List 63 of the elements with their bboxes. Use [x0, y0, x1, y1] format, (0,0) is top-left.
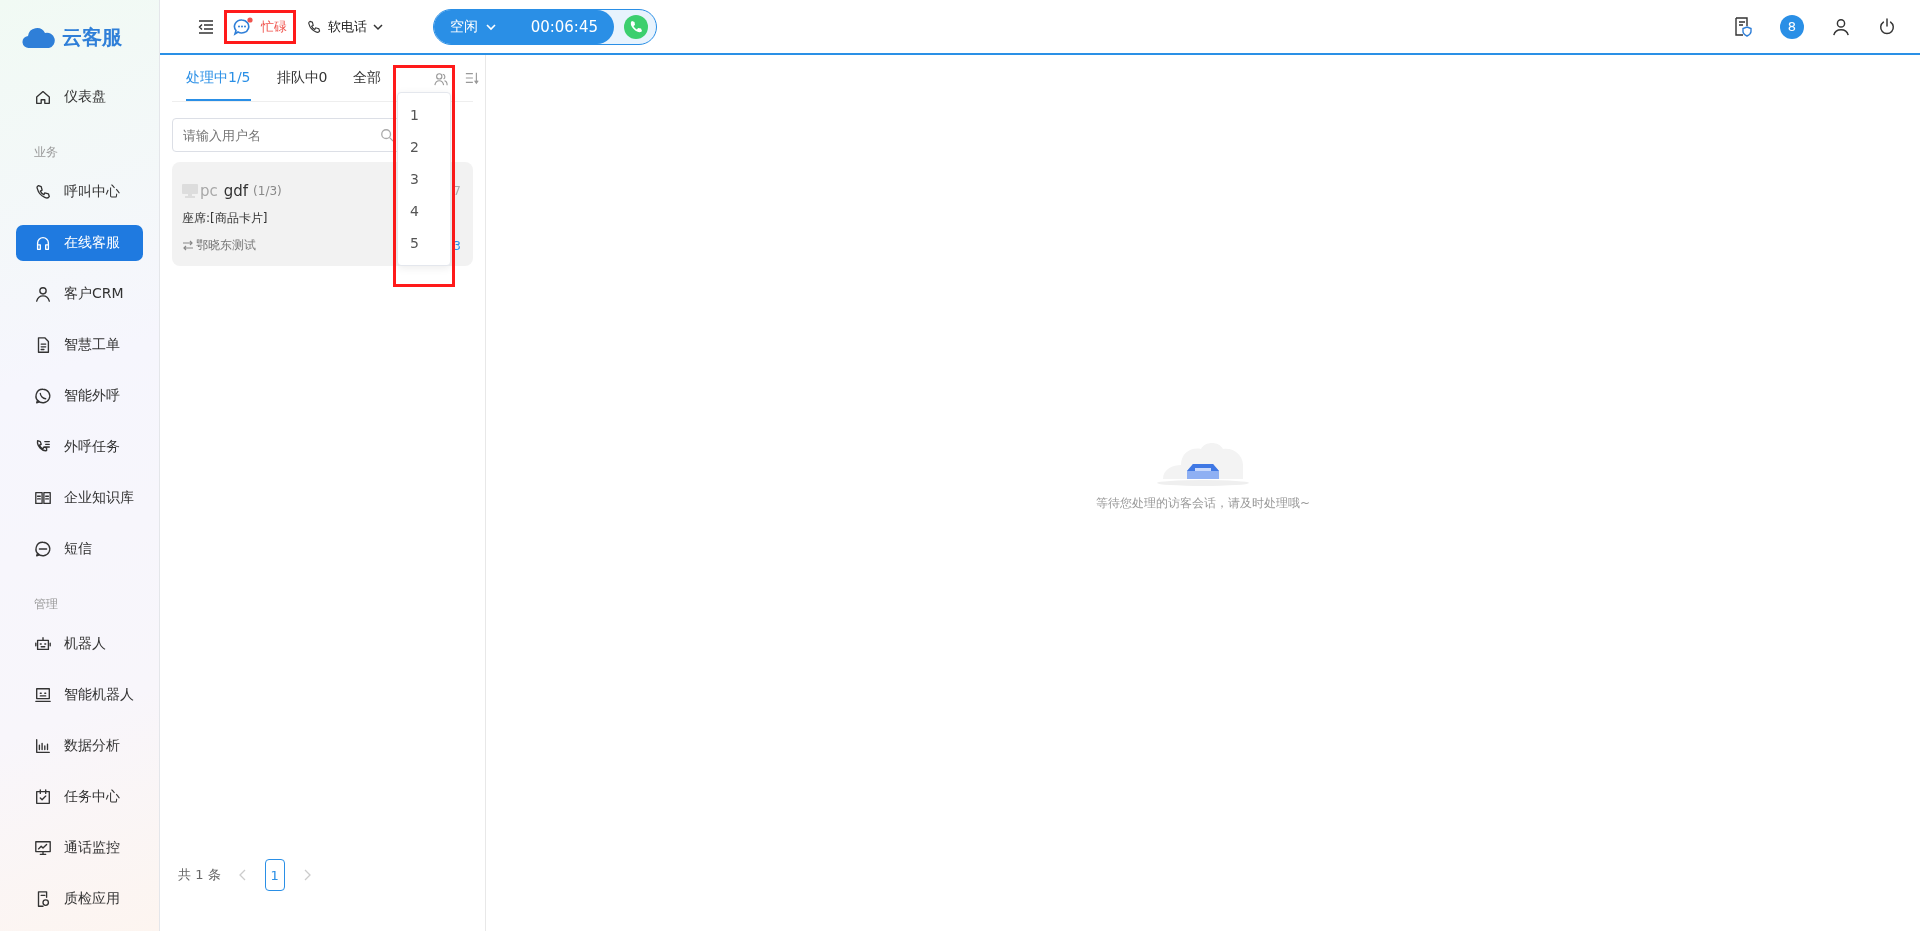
- sidebar-item-icon: [34, 234, 52, 252]
- sidebar-item[interactable]: 机器人: [16, 626, 143, 662]
- chat-bubble-icon: [233, 16, 255, 37]
- tab[interactable]: 处理中1/5: [186, 55, 251, 101]
- visitor-name: gdf: [223, 182, 249, 200]
- sidebar-item[interactable]: 智慧工单: [16, 327, 143, 363]
- tab[interactable]: 全部: [353, 55, 382, 101]
- sidebar-item[interactable]: 任务中心: [16, 779, 143, 815]
- dropdown-option[interactable]: 5: [398, 227, 450, 259]
- section-heading: 业务: [33, 144, 59, 161]
- sidebar-item-icon: [34, 183, 52, 201]
- next-page-icon[interactable]: [302, 869, 311, 881]
- sidebar-item[interactable]: 质检应用: [16, 881, 143, 917]
- sidebar-item[interactable]: 短信: [16, 531, 143, 567]
- tab[interactable]: 排队中0: [276, 55, 328, 101]
- dropdown-option[interactable]: 3: [398, 163, 450, 195]
- seat-info: 座席:[商品卡片]: [182, 210, 268, 227]
- previous-page-icon[interactable]: [238, 869, 247, 881]
- sidebar-item[interactable]: 客户CRM: [16, 276, 143, 312]
- chevron-down-icon: [486, 22, 496, 31]
- sidebar-item-icon: [34, 540, 52, 558]
- sidebar-item[interactable]: 通话监控: [16, 830, 143, 866]
- sidebar-item-icon: [34, 839, 52, 857]
- sidebar-item[interactable]: 数据分析: [16, 728, 143, 764]
- total-count: 共 1 条: [178, 866, 221, 884]
- user-icon[interactable]: [1832, 17, 1850, 36]
- people-icon[interactable]: [434, 72, 448, 86]
- status-button[interactable]: 忙碌: [224, 9, 296, 44]
- sidebar-item[interactable]: 呼叫中心: [16, 174, 143, 210]
- sidebar-item[interactable]: 智能机器人: [16, 677, 143, 713]
- search-icon: [380, 128, 394, 142]
- phone-icon: [306, 18, 322, 35]
- sidebar-item-icon: [34, 285, 52, 303]
- sidebar-item-icon: [34, 635, 52, 653]
- sidebar-item-icon: [34, 686, 52, 704]
- menu-collapse-icon[interactable]: [198, 19, 214, 34]
- device-label: pc: [200, 182, 218, 200]
- sidebar-item[interactable]: 在线客服: [16, 225, 143, 261]
- sort-icon[interactable]: [465, 71, 479, 85]
- power-icon[interactable]: [1878, 17, 1896, 36]
- sidebar-item[interactable]: 企业知识库: [16, 480, 143, 516]
- dropdown-option[interactable]: 4: [398, 195, 450, 227]
- transfer-icon: [182, 240, 194, 251]
- tag-fragment: 3: [453, 238, 461, 253]
- logo-text: 云客服: [62, 24, 122, 51]
- document-shield-icon[interactable]: [1734, 16, 1752, 37]
- sidebar-item-icon: [34, 737, 52, 755]
- sidebar-item-icon: [34, 387, 52, 405]
- sidebar-item[interactable]: 外呼任务: [16, 429, 143, 465]
- agent-name: 鄂晓东测试: [196, 237, 256, 254]
- chevron-down-icon: [373, 22, 383, 31]
- sidebar-item-icon: [34, 88, 52, 106]
- softphone-menu[interactable]: 软电话: [306, 17, 383, 36]
- sidebar-item[interactable]: 仪表盘: [16, 79, 143, 115]
- empty-message: 等待您处理的访客会话，请及时处理哦~: [1095, 494, 1311, 512]
- sidebar-item-icon: [34, 788, 52, 806]
- sidebar-item[interactable]: 智能外呼: [16, 378, 143, 414]
- sidebar-item-icon: [34, 489, 52, 507]
- call-timer: 00:06:45: [530, 17, 598, 36]
- cloud-logo-icon: [22, 26, 56, 49]
- message-count: (1/3): [253, 184, 282, 198]
- section-heading: 管理: [33, 596, 59, 613]
- phone-icon[interactable]: [624, 14, 648, 39]
